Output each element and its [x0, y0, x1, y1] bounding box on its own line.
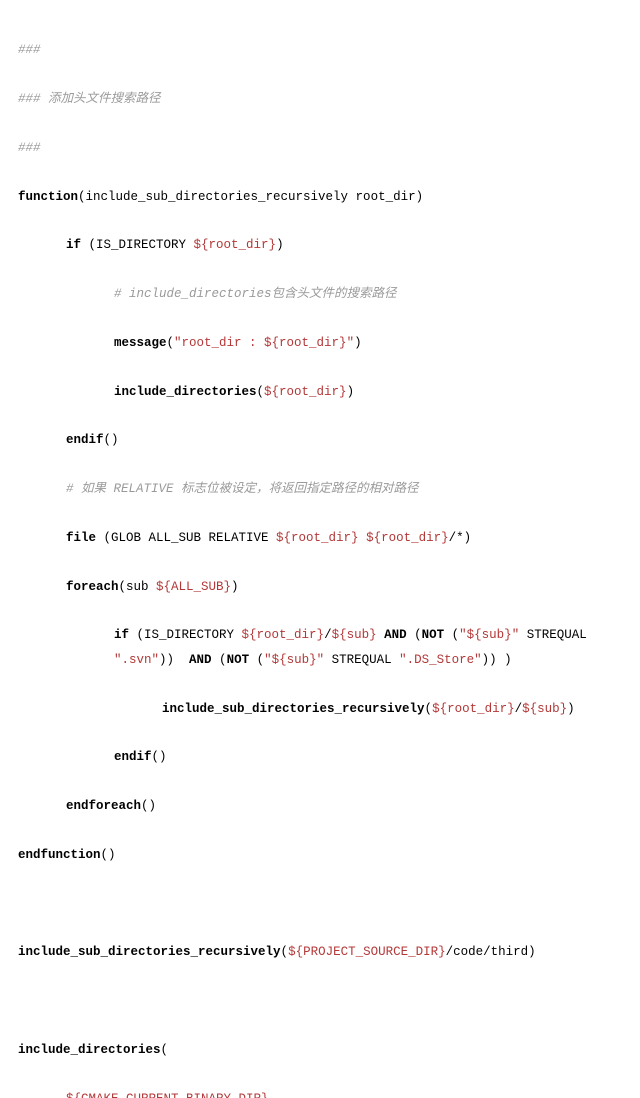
string: ": [317, 653, 325, 667]
variable: ${root_dir}: [366, 531, 449, 545]
variable: ${sub}: [467, 628, 512, 642]
code-block: ### ### 添加头文件搜索路径 ### function(include_s…: [18, 14, 622, 1098]
keyword-and: AND: [182, 653, 220, 667]
text: ): [347, 385, 355, 399]
string: ".DS_Store": [399, 653, 482, 667]
keyword-not: NOT: [422, 628, 445, 642]
text: /*): [449, 531, 472, 545]
text: ): [354, 336, 362, 350]
keyword-include-directories: include_directories: [18, 1043, 161, 1057]
variable: ${root_dir}: [242, 628, 325, 642]
variable: ${root_dir}: [264, 336, 347, 350]
string: ".svn": [114, 653, 159, 667]
variable: ${root_dir}: [264, 385, 347, 399]
text: (: [444, 628, 459, 642]
text: (IS_DIRECTORY: [81, 238, 194, 252]
keyword-foreach: foreach: [66, 580, 119, 594]
variable: ${root_dir}: [432, 702, 515, 716]
keyword-endif: endif: [114, 750, 152, 764]
text: ): [231, 580, 239, 594]
text: (GLOB ALL_SUB RELATIVE: [96, 531, 276, 545]
keyword-if: if: [66, 238, 81, 252]
keyword-endfunction: endfunction: [18, 848, 101, 862]
text: (): [152, 750, 167, 764]
keyword-endforeach: endforeach: [66, 799, 141, 813]
comment: ###: [18, 43, 41, 57]
text: (: [161, 1043, 169, 1057]
text: )) ): [482, 653, 512, 667]
text: (: [219, 653, 227, 667]
comment: ### 添加头文件搜索路径: [18, 92, 161, 106]
text: (: [414, 628, 422, 642]
variable: ${ALL_SUB}: [156, 580, 231, 594]
text: (: [257, 385, 265, 399]
keyword-function: function: [18, 190, 78, 204]
text: STREQUAL: [519, 628, 594, 642]
string: ": [264, 653, 272, 667]
variable: ${sub}: [522, 702, 567, 716]
text: (): [141, 799, 156, 813]
variable: ${PROJECT_SOURCE_DIR}: [288, 945, 446, 959]
keyword-and: AND: [377, 628, 415, 642]
text: (: [281, 945, 289, 959]
comment: # 如果 RELATIVE 标志位被设定，将返回指定路径的相对路径: [66, 482, 419, 496]
keyword-if: if: [114, 628, 129, 642]
text: (include_sub_directories_recursively roo…: [78, 190, 423, 204]
text: (: [249, 653, 264, 667]
string: ": [347, 336, 355, 350]
text: )): [159, 653, 182, 667]
keyword-include-directories: include_directories: [114, 385, 257, 399]
text: ): [567, 702, 575, 716]
text: /code/third): [446, 945, 536, 959]
text: (IS_DIRECTORY: [129, 628, 242, 642]
keyword-file: file: [66, 531, 96, 545]
text: /: [324, 628, 332, 642]
string: ": [512, 628, 520, 642]
comment: # include_directories包含头文件的搜索路径: [114, 287, 397, 301]
call-recursive: include_sub_directories_recursively: [18, 945, 281, 959]
keyword-message: message: [114, 336, 167, 350]
text: (: [167, 336, 175, 350]
variable: ${root_dir}: [194, 238, 277, 252]
comment: ###: [18, 141, 41, 155]
text: STREQUAL: [324, 653, 399, 667]
keyword-recursive-call: include_sub_directories_recursively: [162, 702, 425, 716]
variable: ${sub}: [332, 628, 377, 642]
string: "root_dir :: [174, 336, 264, 350]
text: (): [101, 848, 116, 862]
text: [359, 531, 367, 545]
keyword-not: NOT: [227, 653, 250, 667]
text: (sub: [119, 580, 157, 594]
text: ): [276, 238, 284, 252]
keyword-endif: endif: [66, 433, 104, 447]
string: ": [459, 628, 467, 642]
text: (: [425, 702, 433, 716]
text: /: [515, 702, 523, 716]
variable: ${sub}: [272, 653, 317, 667]
text: (): [104, 433, 119, 447]
variable: ${CMAKE_CURRENT_BINARY_DIR}: [66, 1092, 269, 1098]
variable: ${root_dir}: [276, 531, 359, 545]
